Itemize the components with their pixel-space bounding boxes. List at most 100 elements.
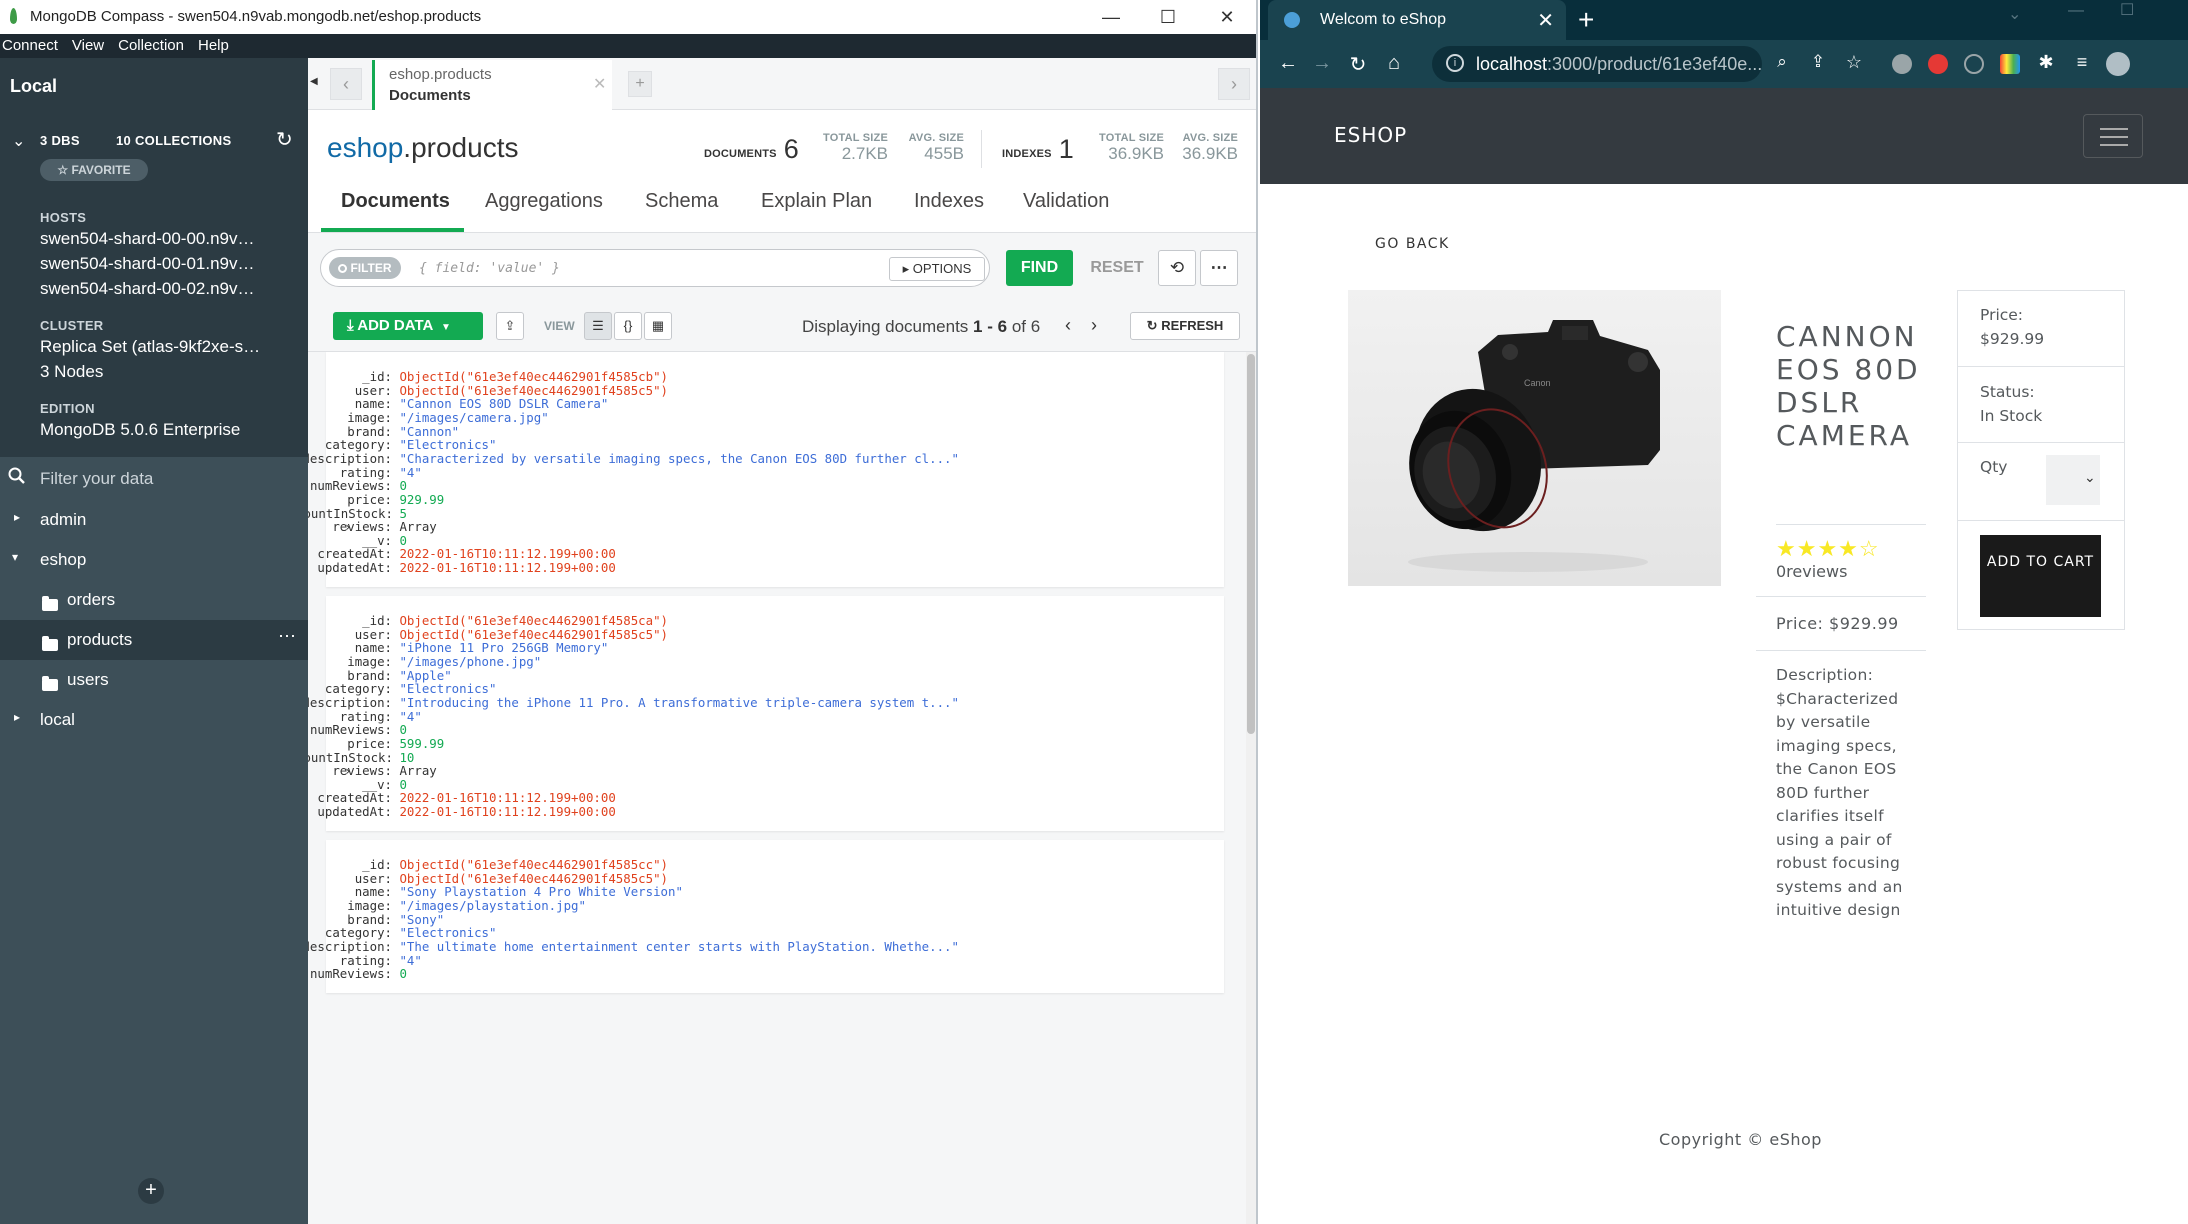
index-total-size-stat: TOTAL SIZE 36.9KB	[1094, 132, 1164, 164]
add-to-cart-button[interactable]: ADD TO CART	[1980, 535, 2101, 617]
eshop-navbar: ESHOP	[1260, 88, 2188, 184]
reading-list-icon[interactable]: ≡	[2070, 52, 2094, 73]
new-tab-button[interactable]: +	[628, 71, 652, 97]
nodes-value: 3 Nodes	[40, 362, 104, 381]
hamburger-menu-icon[interactable]	[2083, 114, 2143, 158]
new-tab-icon[interactable]: +	[1578, 4, 1594, 36]
create-database-button[interactable]: +	[138, 1178, 164, 1204]
tab-strip: ◀ ‹ eshop.products Documents ✕ + ›	[308, 58, 1256, 110]
refresh-button[interactable]: ↻ REFRESH	[1130, 312, 1240, 340]
rating-stars: ★★★★☆	[1776, 536, 1880, 561]
tree-db-eshop[interactable]: ▾ eshop	[0, 540, 308, 580]
sidebar: Local ⌄ 3 DBS 10 COLLECTIONS ↻ ☆ FAVORIT…	[0, 58, 308, 1224]
favorite-button[interactable]: ☆ FAVORITE	[40, 159, 148, 181]
index-avg-size-value: 36.9KB	[1182, 144, 1238, 163]
maximize-button[interactable]: ☐	[1145, 4, 1191, 30]
tree-db-local[interactable]: ▸ local	[0, 700, 308, 740]
home-icon[interactable]: ⌂	[1382, 52, 1406, 75]
site-info-icon[interactable]: i	[1446, 54, 1464, 72]
url-host: localhost	[1476, 54, 1548, 74]
tab-back-button[interactable]: ‹	[330, 68, 362, 100]
menu-collection[interactable]: Collection	[118, 34, 184, 54]
browser-tab[interactable]: Welcom to eShop ✕	[1268, 0, 1566, 40]
refresh-icon[interactable]: ↻	[276, 127, 293, 152]
tab-documents[interactable]: eshop.products Documents ✕	[372, 60, 612, 110]
url-text: localhost:3000/product/61e3ef40e...	[1476, 54, 1762, 75]
filter-data-input[interactable]: Filter your data	[0, 456, 308, 500]
next-page-icon[interactable]: ›	[1080, 312, 1108, 340]
tree-collection-orders[interactable]: orders	[0, 580, 308, 620]
url-path: :3000/product/61e3ef40e...	[1547, 54, 1763, 74]
json-view-icon[interactable]: {}	[614, 312, 642, 340]
menu-help[interactable]: Help	[198, 34, 229, 54]
query-history-icon[interactable]: ⟲	[1158, 250, 1196, 286]
options-button[interactable]: ▸ OPTIONS	[889, 257, 985, 281]
host-item: swen504-shard-00-00.n9v…	[40, 229, 255, 248]
collapse-chevron-icon[interactable]: ⌄	[12, 131, 25, 151]
card-qty-row: Qty ⌄	[1958, 443, 2124, 521]
find-button[interactable]: FIND	[1006, 250, 1073, 286]
filter-input[interactable]: FILTER { field: 'value' } ▸ OPTIONS	[320, 249, 990, 287]
list-view-icon[interactable]: ☰	[584, 312, 612, 340]
db-name[interactable]: eshop	[327, 132, 403, 163]
card-price-value: $929.99	[1980, 330, 2045, 348]
sidebar-local-header: Local	[0, 58, 308, 115]
subtab-explain-plan[interactable]: Explain Plan	[761, 190, 872, 213]
minimize-button[interactable]: —	[1088, 4, 1134, 30]
qty-select[interactable]: ⌄	[2046, 455, 2100, 505]
documents-scrollbar[interactable]	[1246, 352, 1256, 1224]
folder-icon	[42, 636, 58, 651]
tree-label: eshop	[40, 550, 87, 569]
cluster-value: Replica Set (atlas-9kf2xe-s…	[40, 337, 261, 356]
total-size-value: 2.7KB	[841, 144, 888, 163]
scrollbar-thumb[interactable]	[1247, 354, 1255, 734]
share-icon[interactable]: ⇪	[1806, 52, 1830, 72]
eshop-brand[interactable]: ESHOP	[1334, 123, 1407, 147]
display-total: of 6	[1011, 317, 1041, 336]
menu-view[interactable]: View	[72, 34, 104, 54]
go-back-button[interactable]: GO BACK	[1375, 236, 1450, 252]
menu-connect[interactable]: Connect	[2, 34, 58, 54]
subtab-schema[interactable]: Schema	[645, 190, 718, 213]
extension-icon[interactable]	[1892, 54, 1912, 74]
export-icon[interactable]: ⇪	[496, 312, 524, 340]
qty-label: Qty	[1980, 458, 2008, 476]
tabs-scroll-left-icon[interactable]: ◀	[310, 76, 318, 87]
subtab-validation[interactable]: Validation	[1023, 190, 1109, 213]
more-options-icon[interactable]: ⋯	[278, 626, 296, 647]
extension-icon[interactable]	[1928, 54, 1948, 74]
subtab-indexes[interactable]: Indexes	[914, 190, 984, 213]
mongodb-leaf-icon	[10, 8, 17, 24]
subtab-documents[interactable]: Documents	[341, 190, 450, 213]
tab-forward-button[interactable]: ›	[1218, 68, 1250, 100]
zoom-icon[interactable]: ⌕	[1770, 52, 1794, 72]
extension-icon[interactable]	[2000, 54, 2020, 74]
back-icon[interactable]: ←	[1276, 52, 1300, 75]
maximize-icon[interactable]: ☐	[2120, 0, 2134, 20]
table-view-icon[interactable]: ▦	[644, 312, 672, 340]
minimize-icon[interactable]: —	[2068, 2, 2084, 20]
document-card[interactable]: _id: ObjectId("61e3ef40ec4462901f4585cc"…	[308, 840, 1224, 993]
close-window-button[interactable]: ✕	[1204, 4, 1250, 30]
tree-db-admin[interactable]: ▸ admin	[0, 500, 308, 540]
tree-collection-users[interactable]: users	[0, 660, 308, 700]
extensions-puzzle-icon[interactable]: ✱	[2034, 52, 2058, 73]
reset-button[interactable]: RESET	[1082, 250, 1152, 286]
more-query-options-icon[interactable]: ⋯	[1200, 250, 1238, 286]
svg-text:Canon: Canon	[1524, 378, 1551, 388]
extension-check-icon[interactable]	[1964, 54, 1984, 74]
bookmark-star-icon[interactable]: ☆	[1842, 52, 1866, 73]
address-bar[interactable]: i localhost:3000/product/61e3ef40e...	[1432, 46, 1762, 82]
close-tab-icon[interactable]: ✕	[593, 74, 606, 94]
close-tab-icon[interactable]: ✕	[1537, 8, 1554, 33]
subtab-aggregations[interactable]: Aggregations	[485, 190, 603, 213]
profile-avatar[interactable]	[2106, 52, 2130, 76]
reload-icon[interactable]: ↻	[1346, 52, 1370, 77]
forward-icon[interactable]: →	[1310, 52, 1334, 75]
document-card[interactable]: _id: ObjectId("61e3ef40ec4462901f4585ca"…	[308, 596, 1224, 831]
tab-search-icon[interactable]: ⌄	[2008, 4, 2021, 24]
add-data-button[interactable]: ⤓ ADD DATA ▼	[333, 312, 483, 340]
tree-collection-products[interactable]: products ⋯	[0, 620, 308, 660]
prev-page-icon[interactable]: ‹	[1054, 312, 1082, 340]
document-card[interactable]: _id: ObjectId("61e3ef40ec4462901f4585cb"…	[308, 352, 1224, 587]
